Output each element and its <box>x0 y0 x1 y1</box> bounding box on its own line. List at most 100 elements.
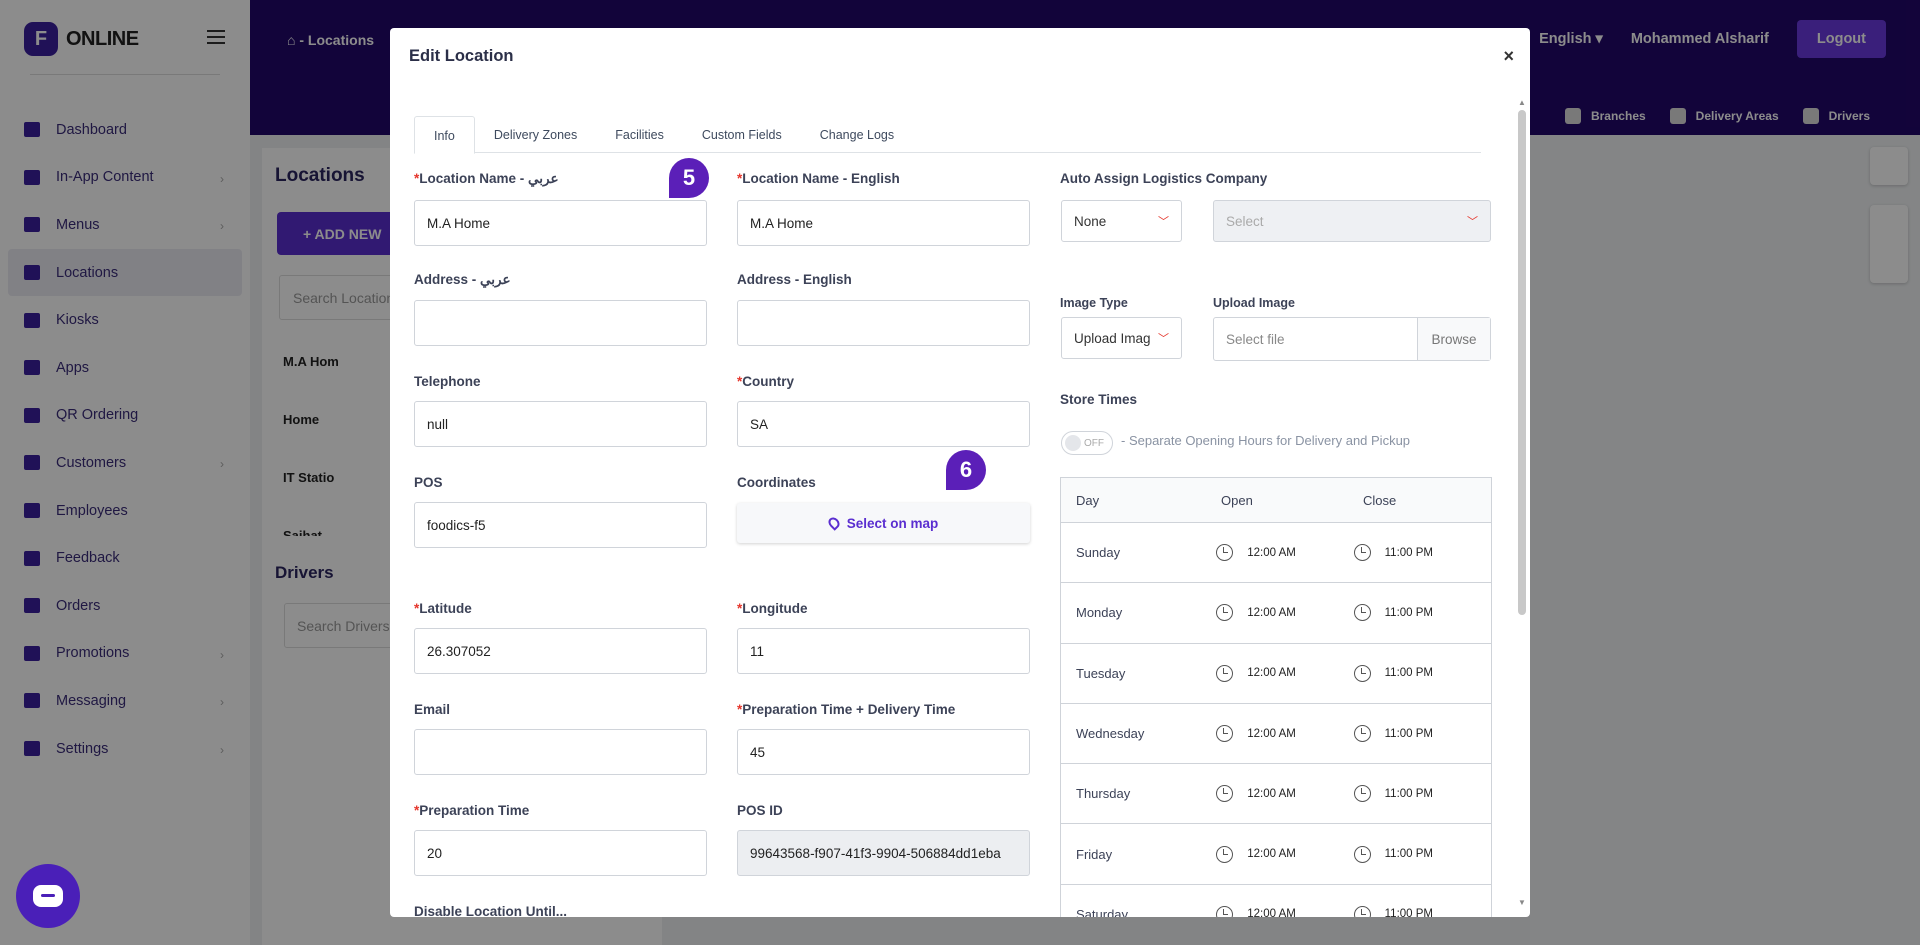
pos-input[interactable]: foodics-f5 <box>414 502 707 548</box>
modal-scrollbar[interactable]: ▲ ▼ <box>1518 98 1526 908</box>
table-row: Wednesday 12:00 AM 11:00 PM <box>1061 704 1491 765</box>
column-header-close: Close <box>1363 492 1397 508</box>
separate-hours-toggle[interactable]: OFF <box>1061 431 1113 455</box>
clock-icon <box>1353 785 1371 803</box>
upload-image-label: Upload Image <box>1213 296 1295 310</box>
label-text: Longitude <box>742 601 808 616</box>
scroll-down-icon[interactable]: ▼ <box>1518 898 1526 907</box>
prep-delivery-time-label: *Preparation Time + Delivery Time <box>737 702 955 717</box>
tab-info[interactable]: Info <box>414 116 475 154</box>
table-header: Day Open Close <box>1061 478 1491 523</box>
latitude-label: *Latitude <box>414 601 472 616</box>
logistics-label: Auto Assign Logistics Company <box>1060 171 1268 186</box>
time-value: 12:00 AM <box>1247 908 1296 917</box>
pos-id-input: 99643568-f907-41f3-9904-506884dd1eba <box>737 830 1030 876</box>
open-time-cell[interactable]: 12:00 AM <box>1216 664 1353 682</box>
pos-id-label: POS ID <box>737 803 783 818</box>
store-times-table: Day Open Close Sunday 12:00 AM 11:00 PM … <box>1060 477 1492 917</box>
day-cell: Wednesday <box>1076 726 1145 742</box>
chevron-down-icon: ﹀ <box>1467 216 1478 228</box>
clock-icon <box>1216 725 1234 743</box>
label-text: Latitude <box>419 601 472 616</box>
label-text: Location Name - عربي <box>419 171 559 186</box>
close-time-cell[interactable]: 11:00 PM <box>1353 604 1491 622</box>
open-time-cell[interactable]: 12:00 AM <box>1216 785 1353 803</box>
prep-delivery-time-input[interactable]: 45 <box>737 729 1030 775</box>
close-icon[interactable]: × <box>1503 46 1514 67</box>
select-on-map-label: Select on map <box>846 515 939 531</box>
day-cell: Tuesday <box>1076 665 1126 681</box>
label-text: Preparation Time <box>419 803 530 818</box>
label-text: Country <box>742 374 795 389</box>
location-name-ar-input[interactable]: M.A Home <box>414 200 707 246</box>
tab-change-logs[interactable]: Change Logs <box>801 116 913 153</box>
chevron-down-icon: ﹀ <box>1158 216 1169 228</box>
preparation-time-input[interactable]: 20 <box>414 830 707 876</box>
clock-icon <box>1353 664 1371 682</box>
location-name-en-input[interactable]: M.A Home <box>737 200 1030 246</box>
scroll-thumb[interactable] <box>1518 110 1526 615</box>
label-text: Preparation Time + Delivery Time <box>742 702 956 717</box>
day-cell: Saturday <box>1076 906 1129 917</box>
day-cell: Sunday <box>1076 545 1121 561</box>
separate-hours-note: - Separate Opening Hours for Delivery an… <box>1121 433 1411 448</box>
select-placeholder: Select <box>1226 213 1264 229</box>
clock-icon <box>1216 664 1234 682</box>
email-label: Email <box>414 702 451 717</box>
step-badge-5: 5 <box>669 158 709 198</box>
browse-button[interactable]: Browse <box>1417 318 1490 360</box>
scroll-up-icon[interactable]: ▲ <box>1518 98 1526 107</box>
email-input[interactable] <box>414 729 707 775</box>
longitude-input[interactable]: 11 <box>737 628 1030 674</box>
coordinates-label: Coordinates <box>737 475 816 490</box>
logistics-company-select: Select ﹀ <box>1213 200 1491 242</box>
file-input[interactable]: Select file <box>1214 318 1417 360</box>
open-time-cell[interactable]: 12:00 AM <box>1216 544 1353 562</box>
telephone-input[interactable]: null <box>414 401 707 447</box>
close-time-cell[interactable]: 11:00 PM <box>1353 845 1491 863</box>
time-value: 12:00 AM <box>1247 606 1296 619</box>
country-input[interactable]: SA <box>737 401 1030 447</box>
step-badge-6: 6 <box>946 450 986 490</box>
address-en-input[interactable] <box>737 300 1030 346</box>
clock-icon <box>1353 725 1371 743</box>
logistics-mode-select[interactable]: None ﹀ <box>1061 200 1182 242</box>
close-time-cell[interactable]: 11:00 PM <box>1353 725 1491 743</box>
close-time-cell[interactable]: 11:00 PM <box>1353 544 1491 562</box>
map-pin-icon <box>825 515 842 531</box>
clock-icon <box>1216 604 1234 622</box>
table-row: Monday 12:00 AM 11:00 PM <box>1061 583 1491 644</box>
close-time-cell[interactable]: 11:00 PM <box>1353 664 1491 682</box>
close-time-cell[interactable]: 11:00 PM <box>1353 905 1491 917</box>
clock-icon <box>1216 544 1234 562</box>
time-value: 12:00 AM <box>1247 848 1296 861</box>
table-row: Sunday 12:00 AM 11:00 PM <box>1061 523 1491 584</box>
address-ar-input[interactable] <box>414 300 707 346</box>
close-time-cell[interactable]: 11:00 PM <box>1353 785 1491 803</box>
tab-delivery-zones[interactable]: Delivery Zones <box>475 116 596 153</box>
clock-icon <box>1216 845 1234 863</box>
time-value: 11:00 PM <box>1384 546 1433 559</box>
clock-icon <box>1216 785 1234 803</box>
time-value: 12:00 AM <box>1247 546 1296 559</box>
select-on-map-button[interactable]: Select on map <box>737 503 1030 543</box>
day-cell: Monday <box>1076 605 1123 621</box>
table-row: Saturday 12:00 AM 11:00 PM <box>1061 885 1491 917</box>
image-type-select[interactable]: Upload Imag ﹀ <box>1061 317 1182 359</box>
open-time-cell[interactable]: 12:00 AM <box>1216 845 1353 863</box>
time-value: 12:00 AM <box>1247 727 1296 740</box>
clock-icon <box>1353 604 1371 622</box>
tab-facilities[interactable]: Facilities <box>596 116 683 153</box>
upload-image-field[interactable]: Select file Browse <box>1213 317 1491 361</box>
modal-tabs: Info Delivery Zones Facilities Custom Fi… <box>414 116 1481 154</box>
open-time-cell[interactable]: 12:00 AM <box>1216 905 1353 917</box>
tab-custom-fields[interactable]: Custom Fields <box>683 116 801 153</box>
open-time-cell[interactable]: 12:00 AM <box>1216 725 1353 743</box>
clock-icon <box>1353 905 1371 917</box>
time-value: 12:00 AM <box>1247 787 1296 800</box>
open-time-cell[interactable]: 12:00 AM <box>1216 604 1353 622</box>
disable-location-label: Disable Location Until... <box>414 904 568 917</box>
store-times-label: Store Times <box>1060 392 1138 407</box>
latitude-input[interactable]: 26.307052 <box>414 628 707 674</box>
chat-button[interactable] <box>16 864 80 928</box>
